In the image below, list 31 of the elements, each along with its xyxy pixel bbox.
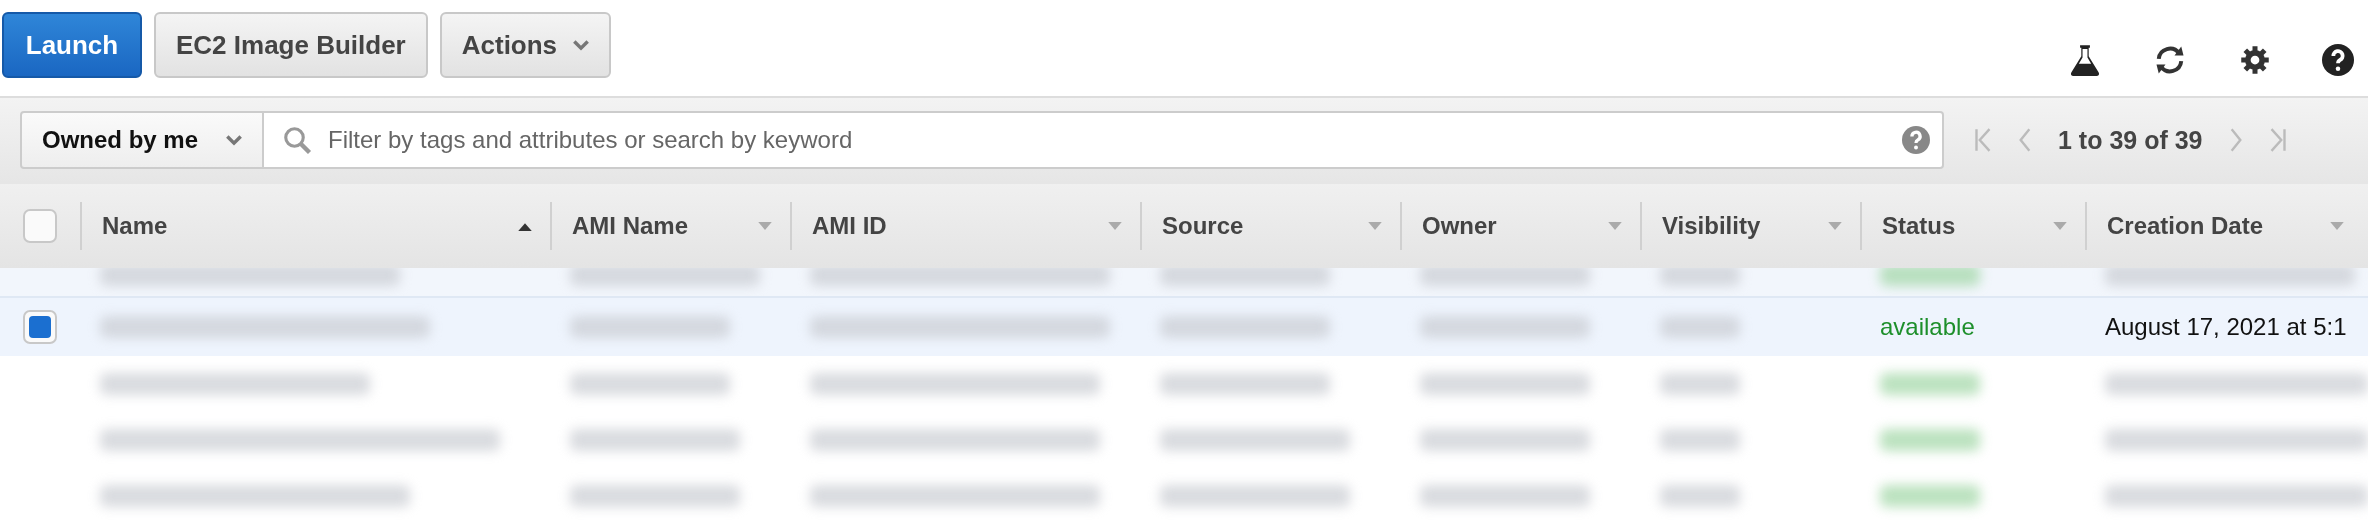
column-header[interactable]: Name (80, 202, 550, 250)
first-page-icon[interactable] (1974, 127, 1992, 153)
next-page-icon[interactable] (2228, 127, 2243, 153)
flask-icon[interactable] (2070, 44, 2100, 76)
actions-dropdown[interactable]: Actions (439, 12, 612, 78)
column-header[interactable]: Owner (1400, 202, 1640, 250)
column-header[interactable]: AMI Name (550, 202, 790, 250)
column-header[interactable]: Creation Date (2085, 202, 2362, 250)
previous-page-icon[interactable] (2018, 127, 2032, 153)
toolbar-button[interactable]: EC2 Image Builder (154, 12, 428, 78)
owner-dropdown[interactable]: Owned by me (20, 111, 264, 169)
settings-icon[interactable] (2240, 45, 2270, 75)
row-checkbox[interactable] (23, 310, 57, 344)
column-header[interactable]: Source (1140, 202, 1400, 250)
column-header[interactable]: Status (1860, 202, 2085, 250)
table-row[interactable] (0, 268, 2368, 298)
search-icon (282, 125, 312, 155)
page-range: 1 to 39 of 39 (2058, 125, 2203, 155)
search-field[interactable]: Filter by tags and attributes or search by keyword (264, 111, 1944, 169)
last-page-icon[interactable] (2268, 127, 2287, 153)
column-header[interactable]: Visibility (1640, 202, 1860, 250)
creation-date: August 17, 2021 at 5:1 (2105, 313, 2347, 341)
column-header[interactable]: AMI ID (790, 202, 1140, 250)
select-all-checkbox[interactable] (23, 209, 57, 243)
help-icon[interactable] (2322, 44, 2354, 76)
launch-button[interactable]: Launch (2, 12, 142, 78)
search-input[interactable]: Filter by tags and attributes or search by keyword (326, 125, 1888, 155)
caret-icon (573, 39, 590, 51)
status-text: available (1880, 313, 1975, 341)
caret-icon (226, 134, 242, 146)
table-row[interactable]: available August 17, 2021 at 5:1 (0, 298, 2368, 356)
